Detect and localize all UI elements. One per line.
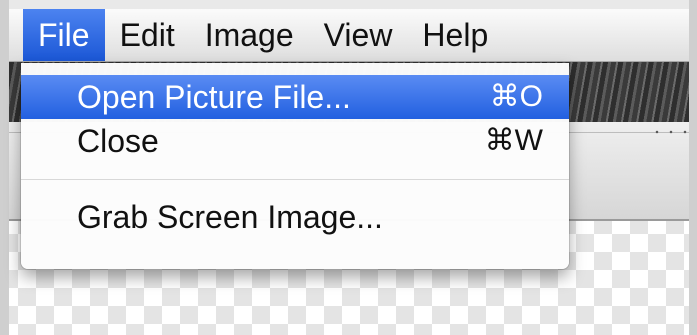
menu-item-label: Open Picture File... (77, 79, 351, 115)
menu-edit[interactable]: Edit (105, 9, 190, 61)
window-frame-left (0, 0, 9, 335)
menu-file[interactable]: File (23, 9, 105, 61)
menu-item-open-picture-file[interactable]: Open Picture File... ⌘O (21, 75, 569, 119)
menu-item-close[interactable]: Close ⌘W (21, 119, 569, 163)
file-menu-dropdown: Open Picture File... ⌘O Close ⌘W Grab Sc… (21, 63, 569, 269)
menu-bar: File Edit Image View Help (9, 9, 689, 62)
menu-separator (21, 179, 569, 180)
menu-help[interactable]: Help (407, 9, 503, 61)
menu-item-grab-screen-image[interactable]: Grab Screen Image... (21, 195, 569, 239)
menu-view[interactable]: View (309, 9, 408, 61)
window-frame-right (689, 0, 697, 335)
shortcut-cmd-o: ⌘O (489, 80, 543, 113)
menu-item-label: Close (77, 123, 159, 159)
menu-image[interactable]: Image (190, 9, 309, 61)
shortcut-cmd-w: ⌘W (484, 124, 543, 157)
menu-item-label: Grab Screen Image... (77, 199, 383, 235)
toolbar-dots (650, 130, 690, 134)
window-frame-top (0, 0, 697, 9)
